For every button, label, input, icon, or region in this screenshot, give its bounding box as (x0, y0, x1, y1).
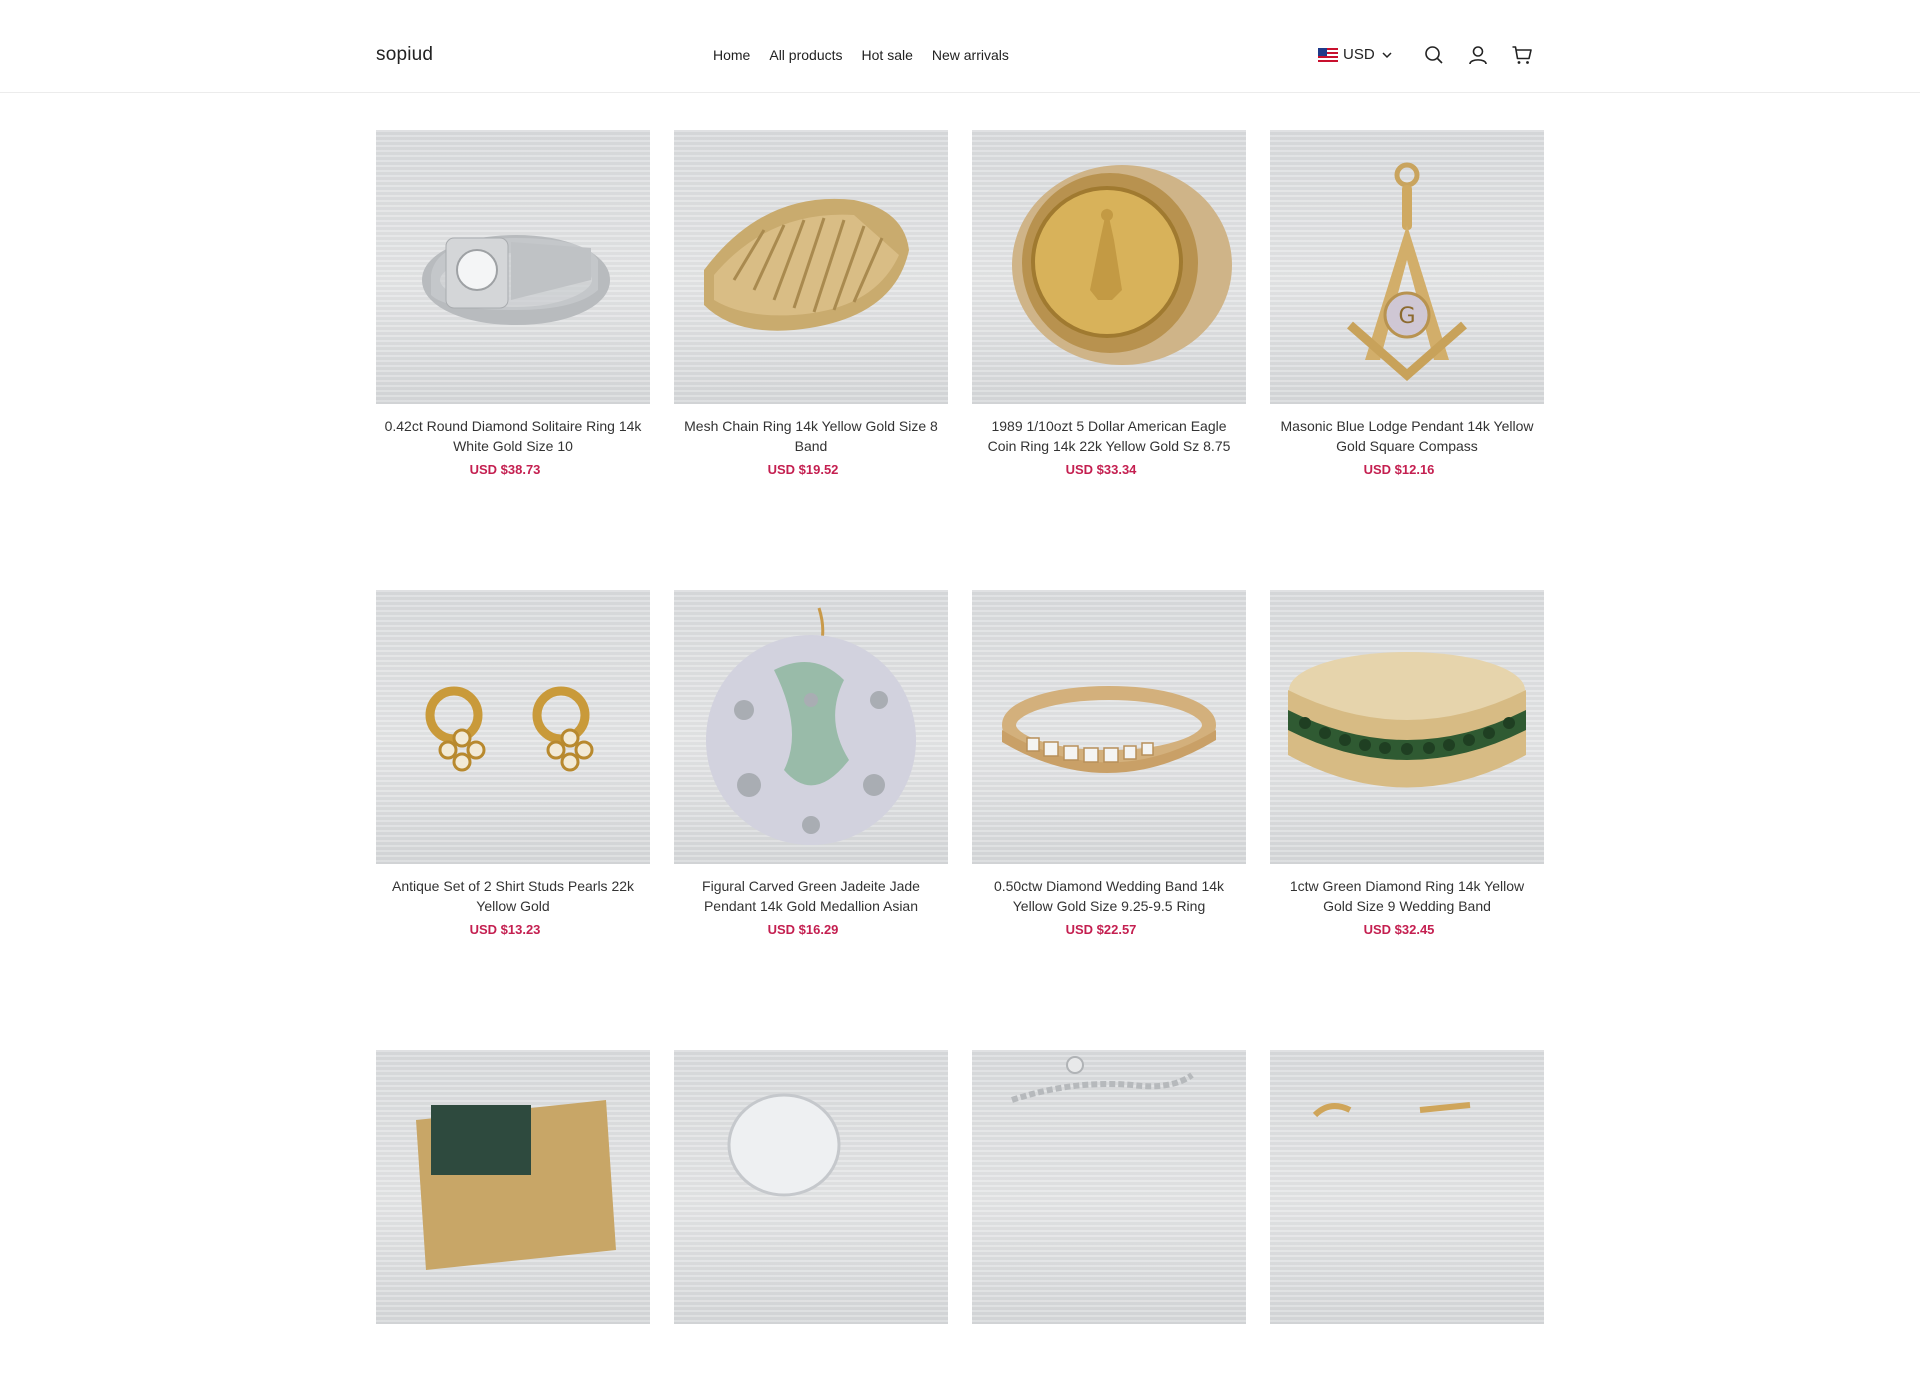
product-card[interactable]: Antique Set of 2 Shirt Studs Pearls 22k … (376, 590, 650, 937)
product-price: USD $33.34 (1065, 462, 1137, 477)
product-price: USD $19.52 (767, 462, 839, 477)
product-title[interactable]: 0.42ct Round Diamond Solitaire Ring 14k … (376, 416, 650, 456)
cart-icon[interactable] (1511, 44, 1533, 66)
svg-text:G: G (1398, 304, 1415, 329)
product-image[interactable] (376, 1050, 650, 1324)
product-image[interactable] (1270, 590, 1544, 864)
site-header: sopiud Home All products Hot sale New ar… (0, 0, 1920, 93)
product-title[interactable]: Masonic Blue Lodge Pendant 14k Yellow Go… (1270, 416, 1544, 456)
product-price: USD $32.45 (1363, 922, 1435, 937)
account-icon[interactable] (1467, 44, 1489, 66)
product-card[interactable] (972, 1050, 1246, 1382)
product-title[interactable]: 1ctw Green Diamond Ring 14k Yellow Gold … (1270, 876, 1544, 916)
product-title[interactable] (1270, 1336, 1544, 1376)
product-image[interactable] (972, 590, 1246, 864)
product-card[interactable]: 1989 1/10ozt 5 Dollar American Eagle Coi… (972, 130, 1246, 477)
product-title[interactable]: 1989 1/10ozt 5 Dollar American Eagle Coi… (972, 416, 1246, 456)
product-title[interactable]: Figural Carved Green Jadeite Jade Pendan… (674, 876, 948, 916)
nav-new-arrivals[interactable]: New arrivals (932, 47, 1009, 63)
product-card[interactable] (376, 1050, 650, 1382)
product-image[interactable]: G (1270, 130, 1544, 404)
product-card[interactable]: Mesh Chain Ring 14k Yellow Gold Size 8 B… (674, 130, 948, 477)
main-nav: Home All products Hot sale New arrivals (713, 47, 1028, 63)
product-price: USD $13.23 (469, 922, 541, 937)
product-title[interactable]: Mesh Chain Ring 14k Yellow Gold Size 8 B… (674, 416, 948, 456)
product-image[interactable] (674, 1050, 948, 1324)
search-icon[interactable] (1423, 44, 1445, 66)
product-image[interactable] (972, 130, 1246, 404)
store-logo[interactable]: sopiud (376, 44, 433, 66)
product-image[interactable] (376, 590, 650, 864)
product-title[interactable] (674, 1336, 948, 1376)
product-card[interactable]: 1ctw Green Diamond Ring 14k Yellow Gold … (1270, 590, 1544, 937)
product-price: USD $38.73 (469, 462, 541, 477)
nav-home[interactable]: Home (713, 47, 750, 63)
product-card[interactable] (674, 1050, 948, 1382)
product-price: USD $22.57 (1065, 922, 1137, 937)
product-card[interactable] (1270, 1050, 1544, 1382)
product-image[interactable] (376, 130, 650, 404)
product-card[interactable]: G Masonic Blue Lodge Pendant 14k Yellow … (1270, 130, 1544, 477)
product-image[interactable] (1270, 1050, 1544, 1324)
product-card[interactable]: 0.50ctw Diamond Wedding Band 14k Yellow … (972, 590, 1246, 937)
product-title[interactable]: 0.50ctw Diamond Wedding Band 14k Yellow … (972, 876, 1246, 916)
currency-label: USD (1343, 46, 1375, 63)
product-image[interactable] (972, 1050, 1246, 1324)
product-image[interactable] (674, 130, 948, 404)
currency-selector[interactable]: USD (1318, 46, 1393, 63)
nav-all-products[interactable]: All products (769, 47, 842, 63)
us-flag-icon (1318, 47, 1338, 62)
product-price: USD $12.16 (1363, 462, 1435, 477)
product-title[interactable] (972, 1336, 1246, 1376)
product-card[interactable]: 0.42ct Round Diamond Solitaire Ring 14k … (376, 130, 650, 477)
product-title[interactable]: Antique Set of 2 Shirt Studs Pearls 22k … (376, 876, 650, 916)
product-price: USD $16.29 (767, 922, 839, 937)
product-card[interactable]: Figural Carved Green Jadeite Jade Pendan… (674, 590, 948, 937)
product-grid: 0.42ct Round Diamond Solitaire Ring 14k … (376, 130, 1544, 1382)
product-title[interactable] (376, 1336, 650, 1376)
nav-hot-sale[interactable]: Hot sale (862, 47, 913, 63)
product-image[interactable] (674, 590, 948, 864)
chevron-down-icon (1382, 51, 1392, 58)
